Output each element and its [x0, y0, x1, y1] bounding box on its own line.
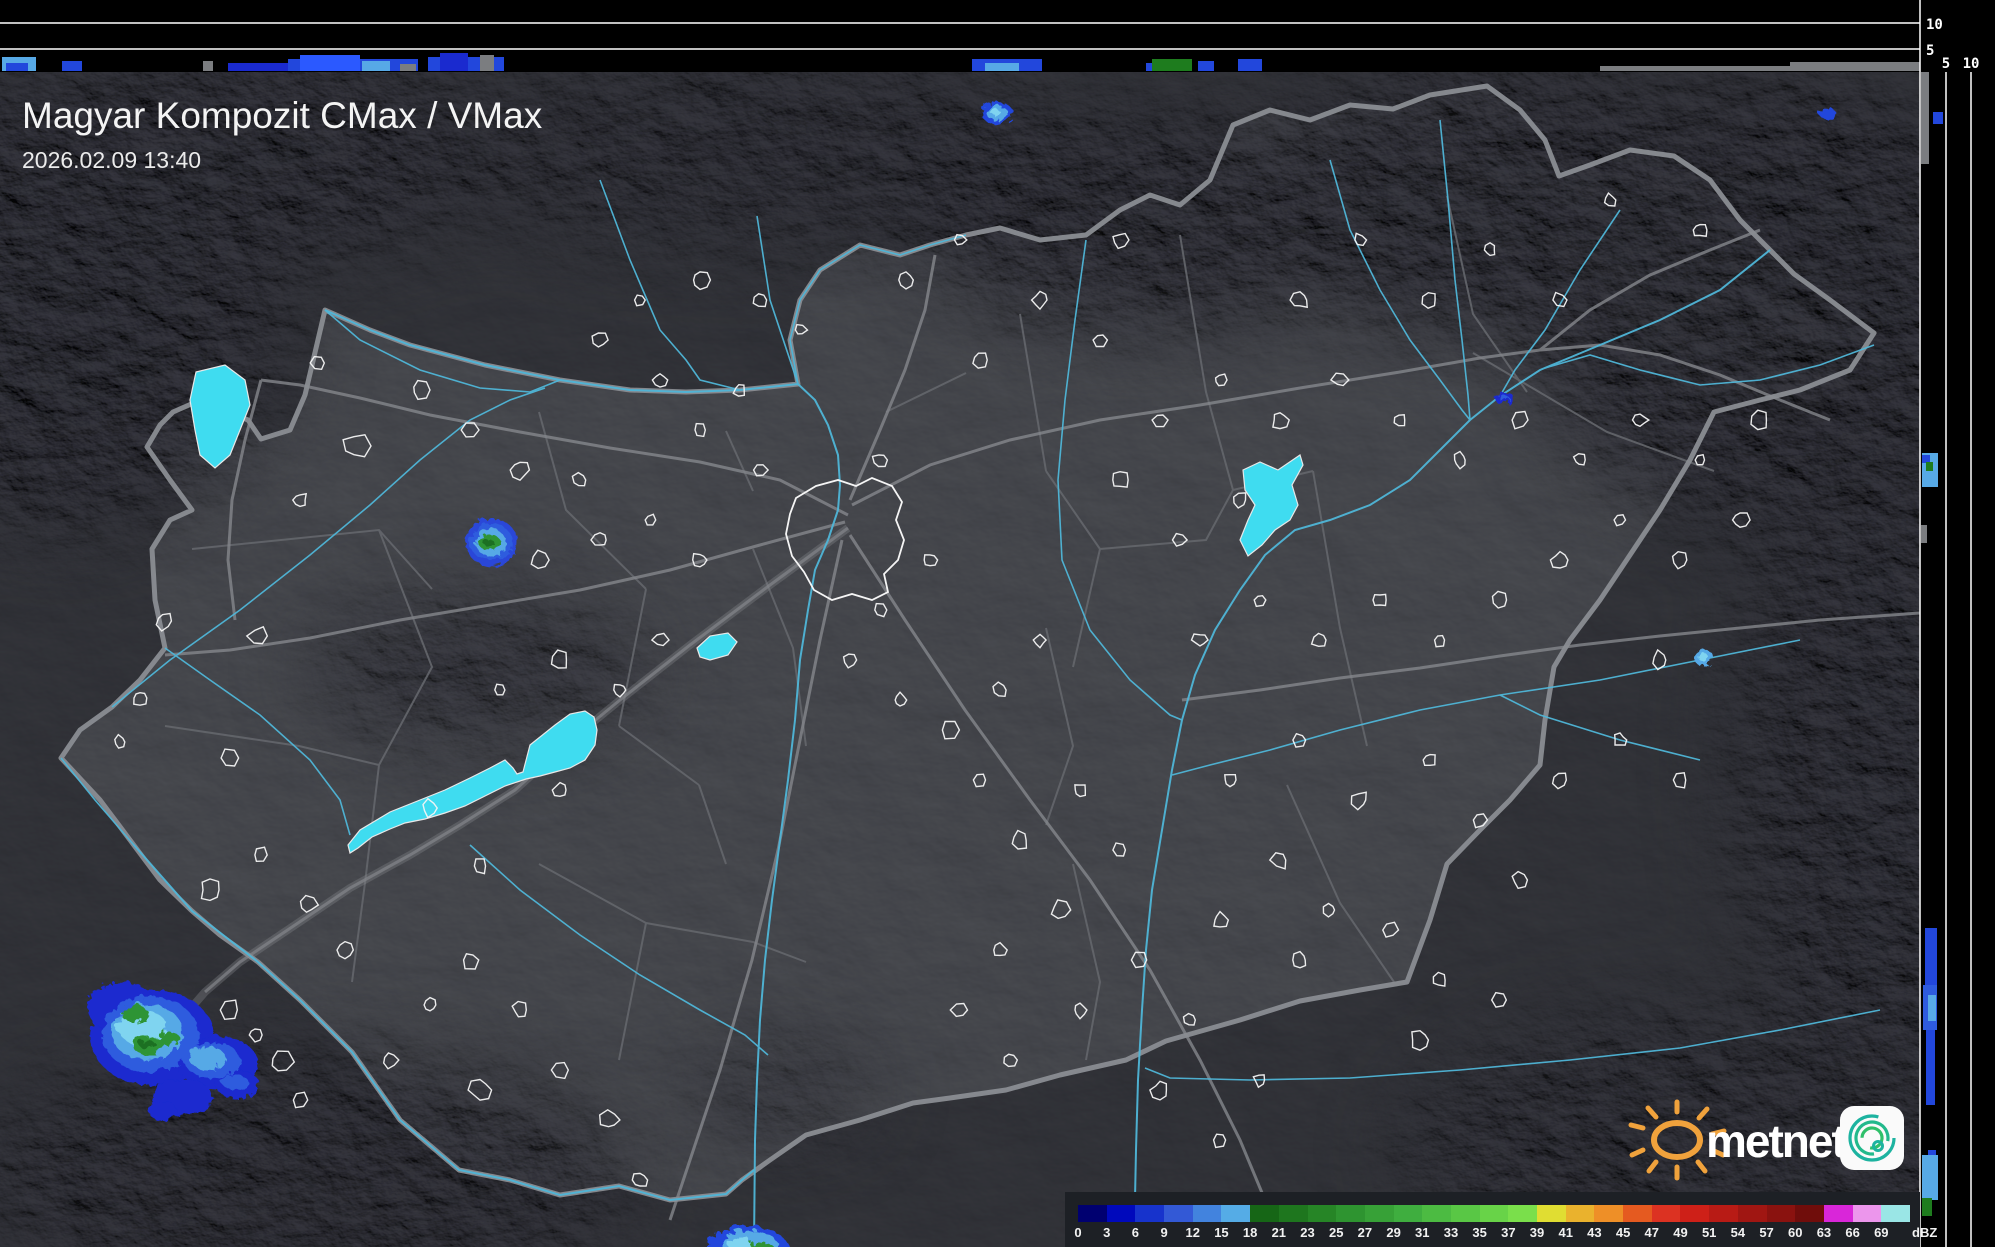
- dbz-color-cell: [1221, 1205, 1251, 1222]
- dbz-tick-label: 6: [1131, 1225, 1139, 1240]
- dbz-color-cell: [1508, 1205, 1537, 1222]
- right-axis-5-label: 5: [1942, 56, 1950, 72]
- mountain-texture: [0, 72, 1920, 1247]
- dbz-tick-label: 29: [1386, 1225, 1401, 1240]
- timestamp: 2026.02.09 13:40: [22, 147, 201, 173]
- dbz-color-cell: [1651, 1205, 1681, 1222]
- dbz-color-cell: [1565, 1205, 1595, 1222]
- dbz-tick-label: 3: [1103, 1225, 1111, 1240]
- echo-east-dot: [1691, 647, 1711, 663]
- dbz-tick-label: 60: [1788, 1225, 1803, 1240]
- map-area: Magyar Kompozit CMax / VMax 2026.02.09 1…: [0, 72, 1920, 1247]
- dbz-tick-label: 63: [1816, 1225, 1832, 1240]
- dbz-unit-label: dBZ: [1912, 1225, 1938, 1240]
- dbz-color-cell: [1393, 1205, 1423, 1222]
- dbz-color-cell: [1192, 1205, 1222, 1222]
- dbz-tick-label: 18: [1242, 1225, 1258, 1240]
- dbz-tick-label: 69: [1874, 1225, 1889, 1240]
- echo-topright-dot: [1817, 105, 1833, 117]
- radar-scene: Magyar Kompozit CMax / VMax 2026.02.09 1…: [0, 0, 1995, 1247]
- right-axis-10-label: 10: [1963, 56, 1980, 72]
- dbz-color-cell: [1737, 1205, 1767, 1222]
- dbz-color-cell: [1336, 1205, 1365, 1222]
- dbz-tick-label: 15: [1214, 1225, 1229, 1240]
- dbz-tick-label: 9: [1160, 1225, 1168, 1240]
- dbz-color-cell: [1450, 1205, 1480, 1222]
- dbz-tick-label: 39: [1529, 1225, 1545, 1240]
- top-profile-panel: 10 5: [0, 0, 1995, 72]
- dbz-tick-label: 51: [1701, 1225, 1717, 1240]
- dbz-tick-label: 57: [1759, 1225, 1774, 1240]
- top-axis-10-label: 10: [1926, 17, 1943, 33]
- dbz-color-cell: [1479, 1205, 1509, 1222]
- dbz-color-cell: [1250, 1205, 1279, 1222]
- radar-app-window: Magyar Kompozit CMax / VMax 2026.02.09 1…: [0, 0, 1995, 1247]
- dbz-tick-label: 49: [1673, 1225, 1688, 1240]
- dbz-tick-label: 43: [1587, 1225, 1602, 1240]
- logo-text: metnet: [1706, 1115, 1846, 1167]
- dbz-color-cell: [1795, 1205, 1824, 1222]
- dbz-tick-label: 41: [1558, 1225, 1573, 1240]
- dbz-tick-label: 27: [1357, 1225, 1373, 1240]
- dbz-color-cell: [1766, 1205, 1796, 1222]
- dbz-tick-label: 37: [1501, 1225, 1516, 1240]
- dbz-tick-label: 45: [1615, 1225, 1631, 1240]
- dbz-tick-label: 12: [1185, 1225, 1200, 1240]
- metnet-app-icon: [1840, 1106, 1904, 1170]
- dbz-color-cell: [1852, 1205, 1882, 1222]
- dbz-tick-label: 21: [1271, 1225, 1287, 1240]
- dbz-color-cell: [1135, 1205, 1165, 1222]
- page-title: Magyar Kompozit CMax / VMax: [22, 95, 543, 136]
- dbz-color-cell: [1823, 1205, 1853, 1222]
- dbz-legend: 0 3 6 9 12 15 18 21 23 25 27 29 31 33 35 37 39 41 43 45 47 49…: [1065, 1192, 1937, 1247]
- dbz-colorbar: [1078, 1205, 1910, 1222]
- dbz-color-cell: [1078, 1205, 1107, 1222]
- dbz-tick-label: 33: [1443, 1225, 1459, 1240]
- echo-west-cell: [463, 516, 515, 564]
- dbz-tick-label: 54: [1730, 1225, 1746, 1240]
- top-axis-5-label: 5: [1926, 43, 1934, 59]
- dbz-tick-label: 31: [1415, 1225, 1430, 1240]
- echo-north-cell: [979, 100, 1011, 122]
- dbz-color-cell: [1537, 1205, 1566, 1222]
- dbz-tick-labels: 0 3 6 9 12 15 18 21 23 25 27 29 31 33 35 37 39 41 43 45 47 49…: [1074, 1225, 1937, 1241]
- dbz-color-cell: [1680, 1205, 1710, 1222]
- dbz-color-cell: [1594, 1205, 1624, 1222]
- dbz-color-cell: [1307, 1205, 1337, 1222]
- dbz-tick-label: 47: [1644, 1225, 1660, 1240]
- dbz-color-cell: [1709, 1205, 1738, 1222]
- dbz-color-cell: [1422, 1205, 1451, 1222]
- dbz-color-cell: [1364, 1205, 1394, 1222]
- echo-northeast-dot: [1492, 390, 1512, 402]
- dbz-tick-label: 0: [1074, 1225, 1082, 1240]
- dbz-tick-label: 35: [1472, 1225, 1487, 1240]
- right-profile-panel: 5 10: [1921, 56, 1995, 1247]
- dbz-color-cell: [1164, 1205, 1193, 1222]
- dbz-color-cell: [1106, 1205, 1136, 1222]
- dbz-tick-label: 23: [1300, 1225, 1315, 1240]
- dbz-color-cell: [1623, 1205, 1652, 1222]
- dbz-tick-label: 66: [1845, 1225, 1860, 1240]
- dbz-color-cell: [1278, 1205, 1308, 1222]
- dbz-tick-label: 25: [1328, 1225, 1344, 1240]
- dbz-color-cell: [1881, 1205, 1910, 1222]
